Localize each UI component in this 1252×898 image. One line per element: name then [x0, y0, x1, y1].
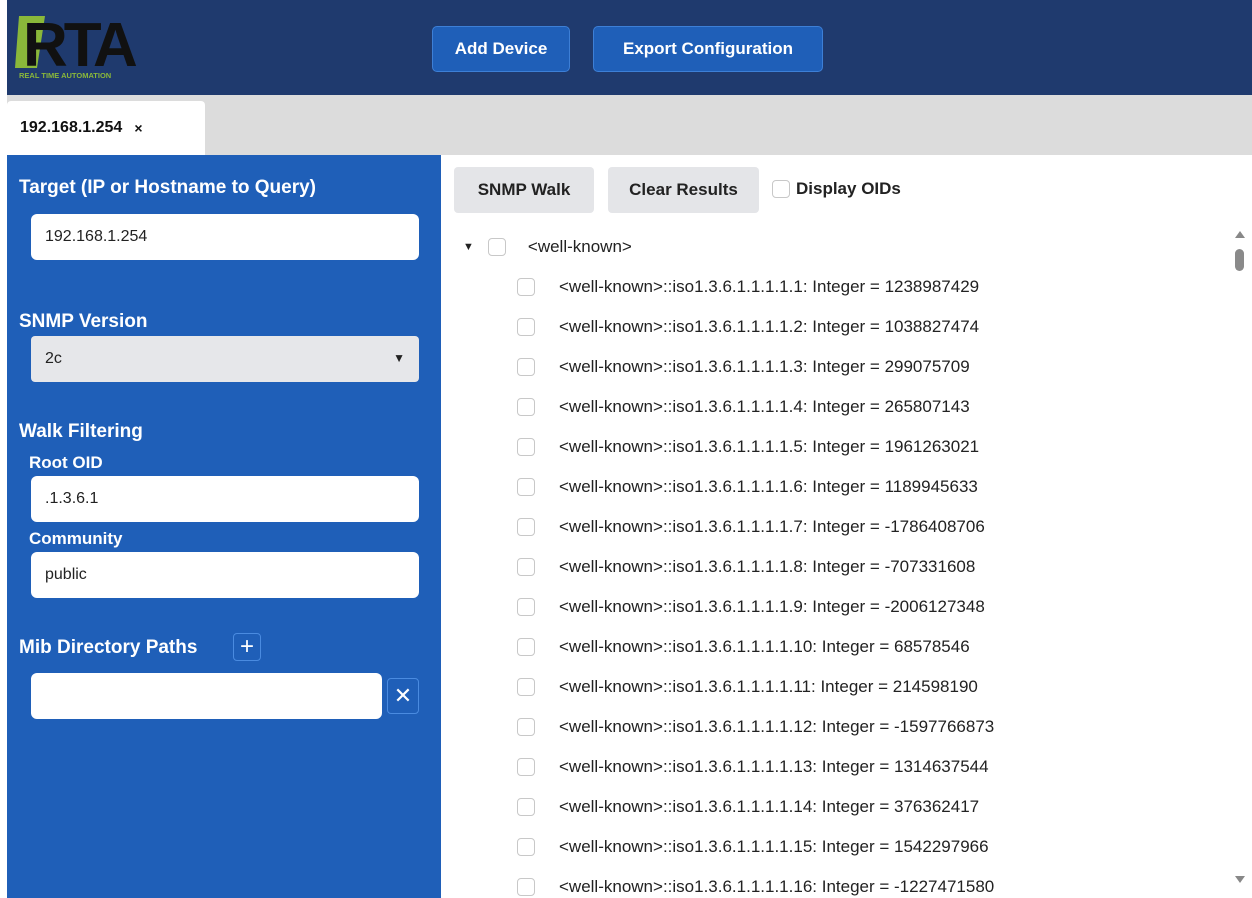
tree-row[interactable]: <well-known>::iso1.3.6.1.1.1.1.15: Integ… [517, 837, 989, 857]
display-oids-checkbox[interactable] [772, 180, 790, 198]
tree-row[interactable]: <well-known>::iso1.3.6.1.1.1.1.1: Intege… [517, 277, 979, 297]
tree-row[interactable]: <well-known>::iso1.3.6.1.1.1.1.4: Intege… [517, 397, 970, 417]
root-oid-input[interactable]: .1.3.6.1 [31, 476, 419, 522]
tree-root-label: <well-known> [527, 237, 632, 256]
row-label: <well-known>::iso1.3.6.1.1.1.1.10: Integ… [559, 637, 970, 656]
row-checkbox[interactable] [517, 718, 535, 736]
close-icon: ✕ [393, 683, 413, 708]
row-label: <well-known>::iso1.3.6.1.1.1.1.9: Intege… [559, 597, 985, 616]
row-label: <well-known>::iso1.3.6.1.1.1.1.16: Integ… [559, 877, 995, 896]
target-label: Target (IP or Hostname to Query) [19, 177, 317, 198]
tab-bar: 192.168.1.254 × [7, 95, 1252, 155]
row-label: <well-known>::iso1.3.6.1.1.1.1.8: Intege… [559, 557, 976, 576]
row-checkbox[interactable] [517, 438, 535, 456]
results-panel: SNMP Walk Clear Results Display OIDs ▼ <… [441, 155, 1252, 898]
row-checkbox[interactable] [517, 758, 535, 776]
tree-row[interactable]: <well-known>::iso1.3.6.1.1.1.1.7: Intege… [517, 517, 985, 537]
scroll-up-icon[interactable] [1235, 231, 1245, 238]
row-label: <well-known>::iso1.3.6.1.1.1.1.12: Integ… [559, 717, 995, 736]
row-checkbox[interactable] [517, 598, 535, 616]
tree-row[interactable]: <well-known>::iso1.3.6.1.1.1.1.10: Integ… [517, 637, 970, 657]
results-scrollbar[interactable] [1230, 227, 1252, 898]
oid-tree: ▼ <well-known> <well-known>::iso1.3.6.1.… [441, 227, 1231, 898]
community-label: Community [29, 529, 123, 548]
export-configuration-button[interactable]: Export Configuration [593, 26, 823, 72]
display-oids-toggle[interactable]: Display OIDs [772, 179, 901, 199]
tree-row[interactable]: <well-known>::iso1.3.6.1.1.1.1.12: Integ… [517, 717, 994, 737]
display-oids-label: Display OIDs [796, 179, 901, 198]
snmp-walk-button[interactable]: SNMP Walk [454, 167, 594, 213]
community-input[interactable]: public [31, 552, 419, 598]
chevron-down-icon: ▼ [393, 351, 405, 365]
row-checkbox[interactable] [517, 358, 535, 376]
clear-results-button[interactable]: Clear Results [608, 167, 759, 213]
tree-row[interactable]: <well-known>::iso1.3.6.1.1.1.1.14: Integ… [517, 797, 979, 817]
mib-path-input[interactable] [31, 673, 382, 719]
walk-filtering-label: Walk Filtering [19, 421, 143, 442]
row-label: <well-known>::iso1.3.6.1.1.1.1.15: Integ… [559, 837, 989, 856]
scroll-thumb[interactable] [1235, 249, 1244, 271]
row-label: <well-known>::iso1.3.6.1.1.1.1.5: Intege… [559, 437, 980, 456]
add-device-button[interactable]: Add Device [432, 26, 570, 72]
row-checkbox[interactable] [517, 638, 535, 656]
tree-row[interactable]: <well-known>::iso1.3.6.1.1.1.1.13: Integ… [517, 757, 989, 777]
add-mib-path-button[interactable]: + [233, 633, 261, 661]
mib-paths-label: Mib Directory Paths [19, 637, 198, 658]
row-label: <well-known>::iso1.3.6.1.1.1.1.7: Intege… [559, 517, 985, 536]
row-label: <well-known>::iso1.3.6.1.1.1.1.2: Intege… [559, 317, 980, 336]
row-checkbox[interactable] [517, 678, 535, 696]
snmp-version-label: SNMP Version [19, 311, 148, 332]
remove-mib-path-button[interactable]: ✕ [387, 678, 419, 714]
tree-row[interactable]: <well-known>::iso1.3.6.1.1.1.1.6: Intege… [517, 477, 978, 497]
close-icon[interactable]: × [134, 120, 142, 136]
tree-row[interactable]: <well-known>::iso1.3.6.1.1.1.1.16: Integ… [517, 877, 994, 897]
tree-row[interactable]: <well-known>::iso1.3.6.1.1.1.1.11: Integ… [517, 677, 978, 697]
svg-text:REAL TIME AUTOMATION: REAL TIME AUTOMATION [19, 71, 111, 80]
row-label: <well-known>::iso1.3.6.1.1.1.1.14: Integ… [559, 797, 980, 816]
tree-root[interactable]: ▼ <well-known> [463, 237, 632, 257]
row-checkbox[interactable] [517, 798, 535, 816]
tree-root-checkbox[interactable] [487, 238, 506, 256]
row-checkbox[interactable] [517, 558, 535, 576]
row-checkbox[interactable] [517, 398, 535, 416]
scroll-down-icon[interactable] [1235, 876, 1245, 883]
tree-row[interactable]: <well-known>::iso1.3.6.1.1.1.1.5: Intege… [517, 437, 979, 457]
tab-device[interactable]: 192.168.1.254 × [7, 101, 205, 155]
row-checkbox[interactable] [517, 878, 535, 896]
caret-down-icon[interactable]: ▼ [463, 241, 474, 253]
row-label: <well-known>::iso1.3.6.1.1.1.1.11: Integ… [559, 677, 978, 696]
row-checkbox[interactable] [517, 478, 535, 496]
root-oid-label: Root OID [29, 453, 103, 472]
row-label: <well-known>::iso1.3.6.1.1.1.1.3: Intege… [559, 357, 970, 376]
row-label: <well-known>::iso1.3.6.1.1.1.1.13: Integ… [559, 757, 989, 776]
svg-text:RTA: RTA [23, 12, 137, 80]
tree-row[interactable]: <well-known>::iso1.3.6.1.1.1.1.9: Intege… [517, 597, 985, 617]
plus-icon: + [239, 633, 254, 660]
snmp-version-select[interactable]: 2c ▼ [31, 336, 419, 382]
row-label: <well-known>::iso1.3.6.1.1.1.1.6: Intege… [559, 477, 978, 496]
row-label: <well-known>::iso1.3.6.1.1.1.1.4: Intege… [559, 397, 970, 416]
row-checkbox[interactable] [517, 838, 535, 856]
app-header: RTA REAL TIME AUTOMATION Add Device Expo… [7, 0, 1252, 95]
query-settings-panel: Target (IP or Hostname to Query) 192.168… [7, 155, 441, 898]
tree-row[interactable]: <well-known>::iso1.3.6.1.1.1.1.3: Intege… [517, 357, 970, 377]
tree-row[interactable]: <well-known>::iso1.3.6.1.1.1.1.2: Intege… [517, 317, 979, 337]
row-label: <well-known>::iso1.3.6.1.1.1.1.1: Intege… [559, 277, 980, 296]
rta-logo: RTA REAL TIME AUTOMATION [15, 12, 141, 80]
tab-label: 192.168.1.254 [20, 119, 123, 136]
row-checkbox[interactable] [517, 318, 535, 336]
tree-row[interactable]: <well-known>::iso1.3.6.1.1.1.1.8: Intege… [517, 557, 975, 577]
snmp-version-value: 2c [45, 350, 62, 367]
target-input[interactable]: 192.168.1.254 [31, 214, 419, 260]
row-checkbox[interactable] [517, 278, 535, 296]
row-checkbox[interactable] [517, 518, 535, 536]
